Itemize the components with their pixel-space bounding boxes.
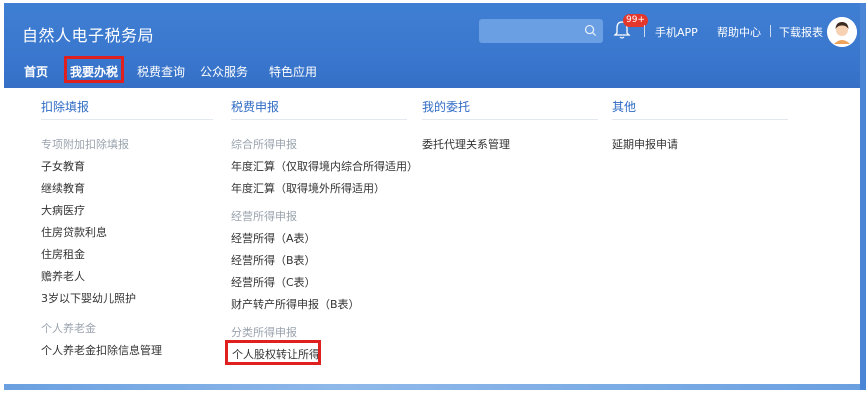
avatar[interactable] [827, 17, 857, 47]
menu-item[interactable]: 继续教育 [41, 180, 85, 196]
user-avatar-icon [827, 17, 857, 47]
background-strip [860, 3, 866, 390]
menu-item[interactable]: 经营所得（A表） [231, 230, 316, 246]
menu-item[interactable]: 住房租金 [41, 246, 85, 262]
menu-item[interactable]: 年度汇算（取得境外所得适用） [231, 180, 385, 196]
search-input[interactable] [479, 19, 603, 43]
group-label: 个人养老金 [41, 322, 96, 335]
menu-item[interactable]: 财产转产所得申报（B表） [231, 296, 360, 312]
tab-special-apps[interactable]: 特色应用 [269, 63, 317, 80]
active-tab-highlight [64, 56, 124, 83]
group-label: 分类所得申报 [231, 326, 297, 339]
divider [612, 119, 788, 120]
menu-item[interactable]: 个人养老金扣除信息管理 [41, 342, 162, 358]
divider [422, 119, 598, 120]
menu-item[interactable]: 赡养老人 [41, 268, 85, 284]
tab-home[interactable]: 首页 [24, 63, 48, 80]
help-center-link[interactable]: 帮助中心 [717, 24, 761, 40]
highlight-box [225, 340, 321, 365]
tab-public-service[interactable]: 公众服务 [200, 63, 248, 80]
menu-item[interactable]: 3岁以下婴幼儿照护 [41, 290, 136, 306]
menu-item[interactable]: 延期申报申请 [612, 136, 678, 152]
divider [770, 25, 771, 37]
menu-item[interactable]: 经营所得（C表） [231, 274, 316, 290]
menu-item[interactable]: 大病医疗 [41, 202, 85, 218]
menu-item[interactable]: 年度汇算（仅取得境内综合所得适用） [231, 158, 418, 174]
search-icon[interactable] [584, 24, 597, 37]
dropdown-menu-panel: 扣除填报 专项附加扣除填报 子女教育 继续教育 大病医疗 住房贷款利息 住房租金… [26, 88, 861, 386]
divider [41, 119, 213, 120]
menu-item[interactable]: 子女教育 [41, 158, 85, 174]
group-label: 综合所得申报 [231, 138, 297, 151]
menu-heading-tax-filing[interactable]: 税费申报 [231, 98, 279, 115]
background-strip [4, 384, 862, 390]
menu-item[interactable]: 住房贷款利息 [41, 224, 107, 240]
divider [644, 25, 645, 37]
download-link[interactable]: 下载报表 [779, 24, 823, 40]
menu-heading-deductions[interactable]: 扣除填报 [41, 98, 89, 115]
page-frame: 自然人电子税务局 99+ 手机APP 帮助中心 下载报表 首页 我要办税 税费查… [0, 0, 868, 393]
site-title[interactable]: 自然人电子税务局 [22, 22, 154, 46]
menu-heading-other[interactable]: 其他 [612, 98, 636, 115]
app-link[interactable]: 手机APP [655, 24, 698, 40]
menu-heading-my-delegation[interactable]: 我的委托 [422, 98, 470, 115]
group-label: 经营所得申报 [231, 210, 297, 223]
tab-tax-query[interactable]: 税费查询 [137, 63, 185, 80]
group-label: 专项附加扣除填报 [41, 138, 129, 151]
divider [231, 119, 407, 120]
menu-item[interactable]: 经营所得（B表） [231, 252, 316, 268]
menu-item[interactable]: 委托代理关系管理 [422, 136, 510, 152]
